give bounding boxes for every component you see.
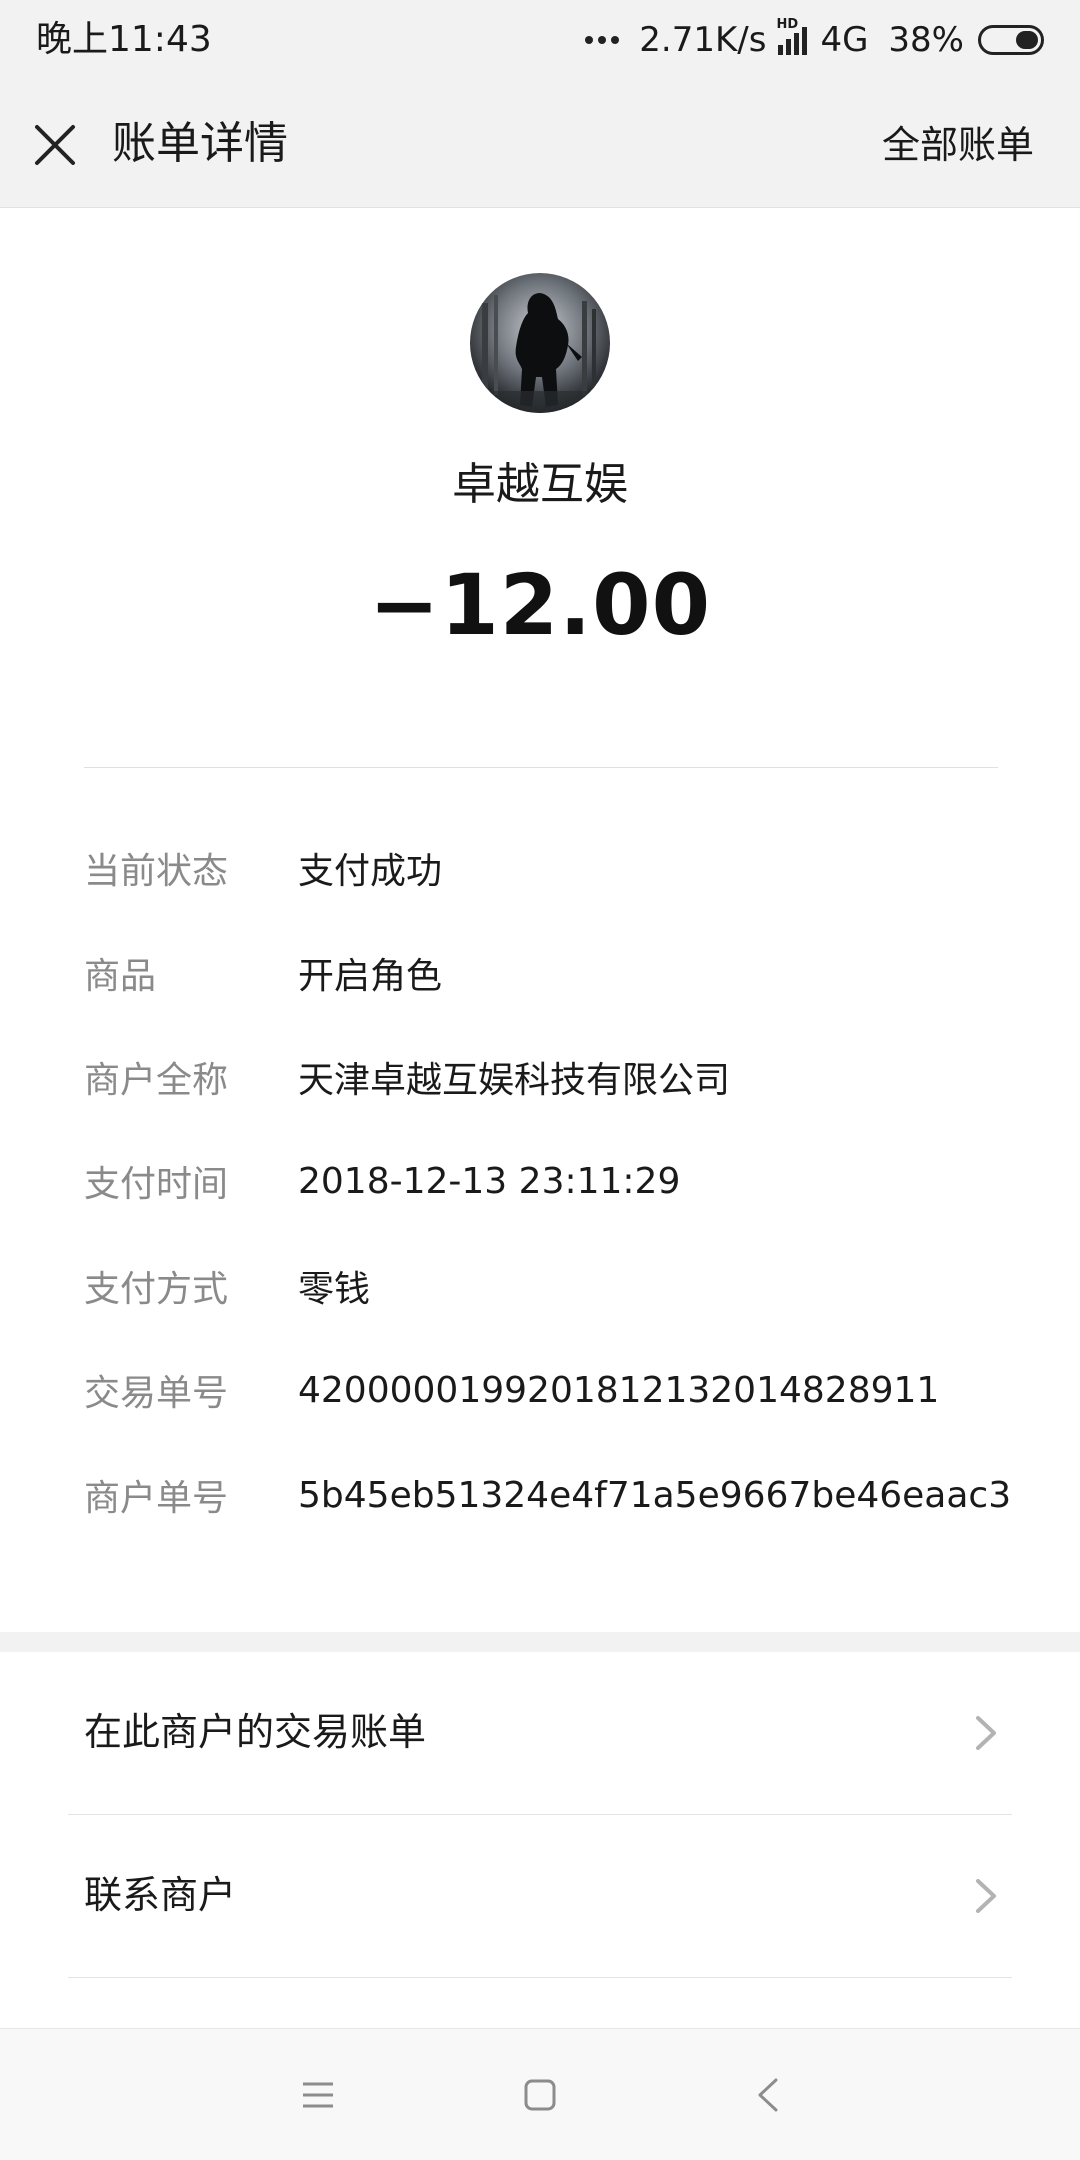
menu-label: 在此商户的交易账单	[84, 1710, 427, 1754]
system-nav-bar	[0, 2028, 1080, 2160]
detail-row-merchant-order-id: 商户单号 5b45eb51324e4f71a5e9667be46eaac3	[84, 1465, 1044, 1525]
divider	[84, 767, 998, 768]
detail-row-pay-method: 支付方式 零钱	[84, 1256, 1044, 1316]
merchant-transactions-item[interactable]: 在此商户的交易账单	[0, 1652, 1080, 1814]
hd-badge: HD	[776, 17, 799, 32]
menu-icon[interactable]	[288, 2065, 348, 2125]
detail-label: 商户单号	[84, 1478, 229, 1519]
detail-row-pay-time: 支付时间 2018-12-13 23:11:29	[84, 1151, 1044, 1211]
detail-row-product: 商品 开启角色	[84, 943, 1044, 1003]
network-type: 4G	[820, 20, 869, 60]
detail-label: 交易单号	[84, 1373, 229, 1414]
all-bills-link[interactable]: 全部账单	[882, 118, 1034, 172]
menu-label: 联系商户	[84, 1873, 237, 1917]
signal-icon: HD	[776, 17, 810, 55]
contact-merchant-item[interactable]: 联系商户	[0, 1815, 1080, 1977]
detail-row-status: 当前状态 支付成功	[84, 838, 1044, 898]
chevron-right-icon	[976, 1879, 996, 1913]
detail-label: 商品	[84, 956, 157, 997]
more-dots-icon	[585, 36, 620, 44]
detail-value: 天津卓越互娱科技有限公司	[298, 1060, 731, 1101]
section-separator	[0, 1632, 1080, 1652]
bill-detail-screen: 晚上11:43 2.71K/s HD 4G 38% 账单详情 全部账单 卓越互娱…	[0, 0, 1080, 2160]
battery-percent: 38%	[888, 20, 964, 60]
amount: −12.00	[368, 556, 712, 654]
network-speed: 2.71K/s	[639, 20, 767, 60]
chevron-right-icon	[976, 1716, 996, 1750]
title-bar: 账单详情 全部账单	[0, 80, 1080, 208]
detail-label: 支付方式	[84, 1269, 229, 1310]
detail-value[interactable]: 5b45eb51324e4f71a5e9667be46eaac3	[298, 1475, 1011, 1516]
merchant-avatar	[470, 273, 610, 413]
detail-row-transaction-id: 交易单号 4200000199201812132014828911	[84, 1360, 1044, 1420]
detail-label: 支付时间	[84, 1164, 229, 1205]
merchant-name: 卓越互娱	[452, 459, 628, 510]
detail-label: 商户全称	[84, 1060, 229, 1101]
back-icon[interactable]	[738, 2065, 798, 2125]
battery-icon	[978, 25, 1044, 55]
status-bar: 晚上11:43 2.71K/s HD 4G 38%	[0, 0, 1080, 80]
detail-value: 支付成功	[298, 851, 443, 892]
page-title: 账单详情	[112, 118, 288, 169]
detail-value: 2018-12-13 23:11:29	[298, 1160, 681, 1202]
detail-value: 零钱	[298, 1269, 371, 1310]
status-indicators: 2.71K/s HD 4G 38%	[585, 17, 1044, 62]
home-icon[interactable]	[510, 2065, 570, 2125]
detail-value[interactable]: 4200000199201812132014828911	[298, 1370, 939, 1411]
detail-value: 开启角色	[298, 956, 443, 997]
detail-label: 当前状态	[84, 851, 229, 892]
status-time: 晚上11:43	[36, 19, 212, 60]
menu-divider	[68, 1977, 1012, 1978]
close-icon[interactable]	[30, 120, 80, 170]
detail-row-merchant-full-name: 商户全称 天津卓越互娱科技有限公司	[84, 1047, 1044, 1107]
